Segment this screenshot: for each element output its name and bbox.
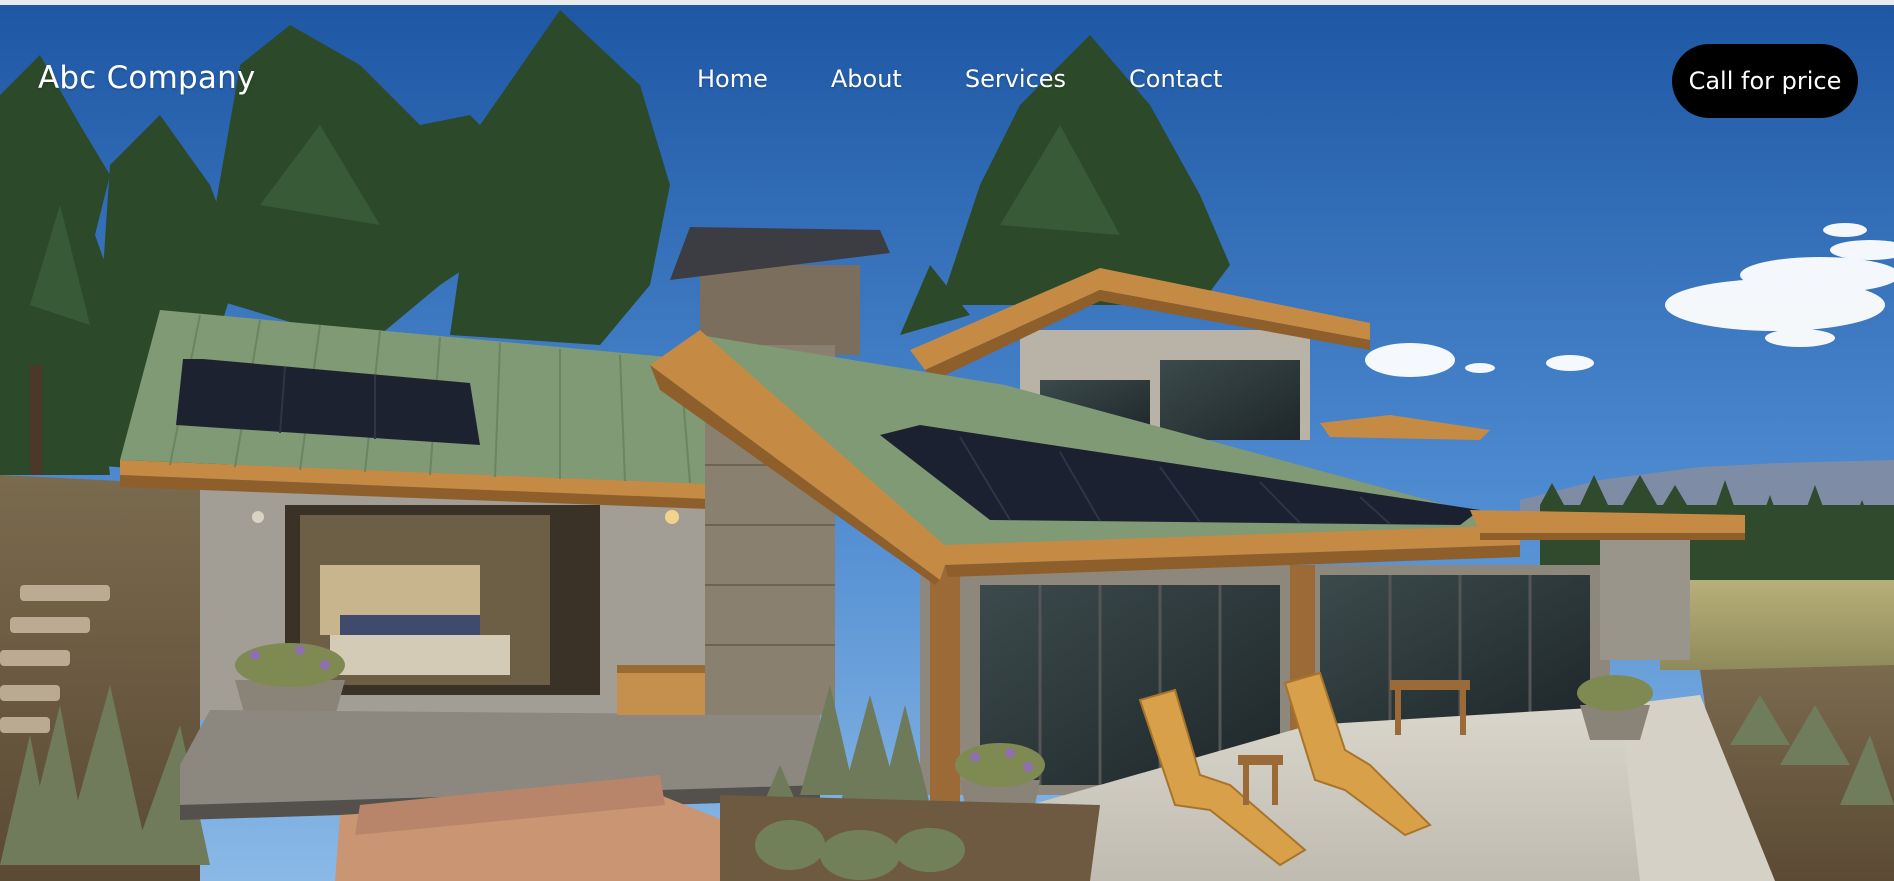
nav-link-home[interactable]: Home <box>697 65 768 93</box>
call-for-price-button[interactable]: Call for price <box>1672 44 1858 118</box>
hero-image <box>0 5 1894 881</box>
nav-link-services[interactable]: Services <box>965 65 1066 93</box>
page: Abc Company Home About Services Contact … <box>0 0 1894 881</box>
main-nav: Home About Services Contact <box>697 65 1222 93</box>
brand-logo[interactable]: Abc Company <box>38 60 255 96</box>
nav-link-contact[interactable]: Contact <box>1129 65 1222 93</box>
nav-link-about[interactable]: About <box>831 65 902 93</box>
